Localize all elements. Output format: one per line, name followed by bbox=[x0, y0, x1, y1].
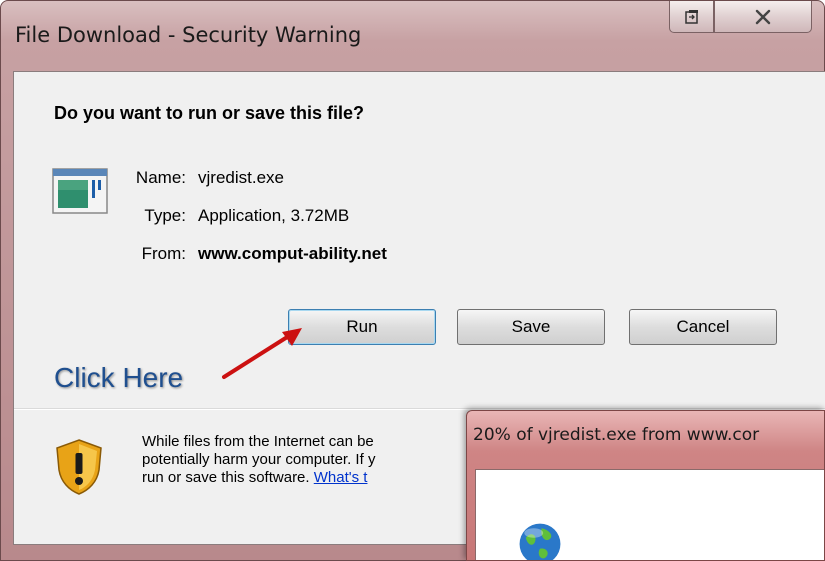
name-value: vjredist.exe bbox=[198, 168, 284, 187]
restore-icon bbox=[684, 9, 698, 24]
click-here-annotation: Click Here bbox=[54, 362, 184, 393]
warning-line-2: potentially harm your computer. If y bbox=[142, 451, 376, 468]
close-button[interactable] bbox=[714, 1, 812, 33]
from-value: www.comput-ability.net bbox=[198, 244, 387, 263]
restore-button[interactable] bbox=[669, 1, 714, 33]
save-button[interactable]: Save bbox=[457, 309, 605, 345]
progress-window-title: 20% of vjredist.exe from www.cor bbox=[473, 425, 760, 445]
security-warning-text: While files from the Internet can be pot… bbox=[142, 433, 482, 487]
annotation-arrow bbox=[222, 328, 302, 379]
dialog-question: Do you want to run or save this file? bbox=[54, 103, 365, 123]
warning-line-1: While files from the Internet can be bbox=[142, 433, 374, 450]
security-shield-icon bbox=[54, 438, 104, 500]
name-label: Name: bbox=[135, 168, 186, 187]
cancel-button[interactable]: Cancel bbox=[629, 309, 777, 345]
type-value: Application, 3.72MB bbox=[198, 206, 350, 225]
progress-window-body bbox=[475, 469, 824, 560]
warning-line-3: run or save this software. bbox=[142, 469, 314, 486]
globe-icon bbox=[512, 522, 568, 560]
type-label: Type: bbox=[144, 206, 186, 225]
application-file-icon bbox=[52, 168, 108, 218]
from-label: From: bbox=[141, 244, 186, 263]
whats-the-risk-link[interactable]: What's t bbox=[314, 469, 368, 486]
download-progress-window[interactable]: 20% of vjredist.exe from www.cor bbox=[466, 410, 825, 561]
window-title: File Download - Security Warning bbox=[15, 23, 362, 47]
close-icon bbox=[755, 9, 771, 24]
title-bar[interactable]: File Download - Security Warning bbox=[1, 1, 825, 69]
